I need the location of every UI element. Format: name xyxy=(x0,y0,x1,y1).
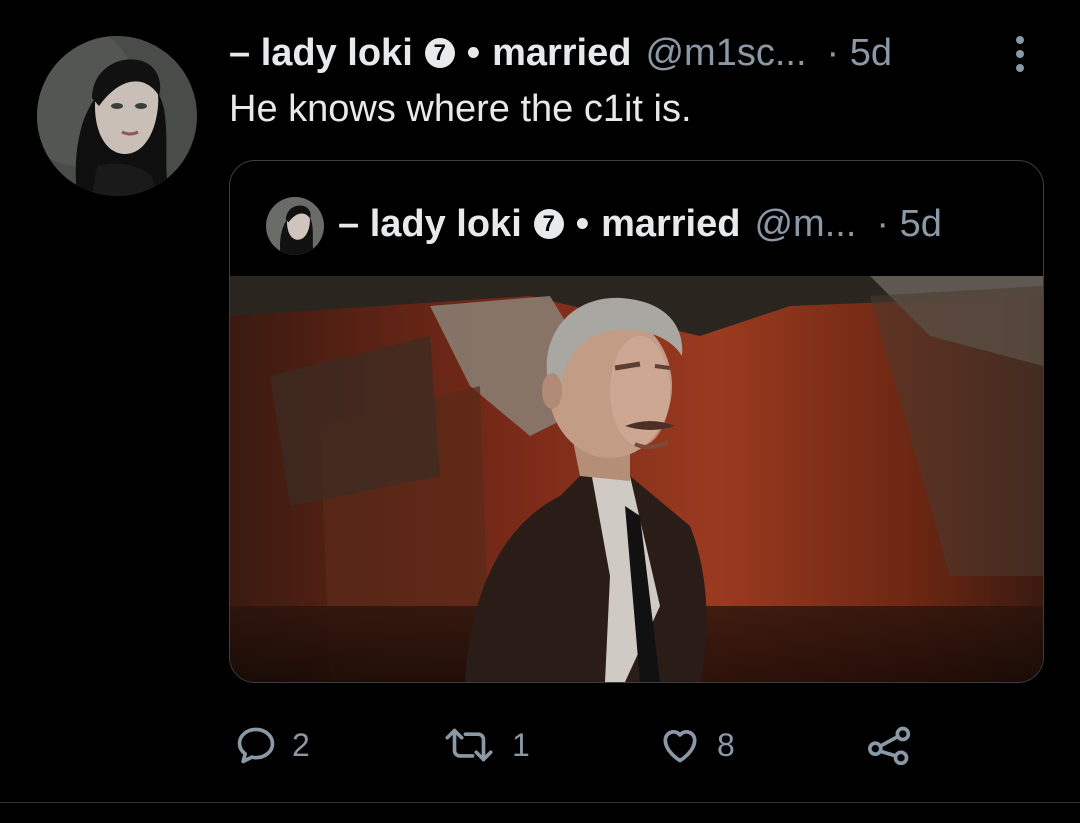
retweet-count: 1 xyxy=(512,726,530,763)
reply-count: 2 xyxy=(292,726,310,763)
name-separator: • xyxy=(466,31,481,74)
reply-button[interactable]: 2 xyxy=(234,723,310,767)
number-badge-icon: 7 xyxy=(533,209,564,239)
tweet-text: He knows where the c1it is. xyxy=(229,88,692,130)
heart-icon xyxy=(657,723,703,767)
bottom-divider xyxy=(0,802,1080,803)
author-handle[interactable]: @m1sc... xyxy=(645,32,806,75)
retweet-icon xyxy=(440,723,498,767)
reply-icon xyxy=(234,723,278,767)
quoted-tweet-header: – lady loki 7 • married @m... · 5d xyxy=(338,199,942,249)
like-count: 8 xyxy=(717,726,735,763)
tweet-header: – lady loki 7 • married @m1sc... · 5d xyxy=(229,28,892,78)
author-avatar[interactable] xyxy=(37,36,197,196)
quoted-author-avatar[interactable] xyxy=(266,197,324,255)
number-badge-icon: 7 xyxy=(424,38,455,68)
tweet[interactable]: – lady loki 7 • married @m1sc... · 5d He… xyxy=(0,0,1080,823)
quoted-author-name-suffix[interactable]: married xyxy=(601,203,740,246)
like-button[interactable]: 8 xyxy=(657,723,735,767)
more-vertical-icon[interactable] xyxy=(1010,34,1030,74)
share-button[interactable] xyxy=(866,723,914,767)
quoted-author-handle[interactable]: @m... xyxy=(754,203,856,246)
author-name-suffix[interactable]: married xyxy=(492,32,631,75)
tweet-timestamp[interactable]: · 5d xyxy=(827,32,892,75)
share-icon xyxy=(866,723,914,767)
quoted-tweet-timestamp[interactable]: · 5d xyxy=(876,203,941,246)
quoted-tweet[interactable]: – lady loki 7 • married @m... · 5d xyxy=(229,160,1044,683)
quoted-author-display-name[interactable]: – lady loki xyxy=(338,203,522,246)
name-separator: • xyxy=(575,202,590,245)
retweet-button[interactable]: 1 xyxy=(440,723,530,767)
author-display-name[interactable]: – lady loki xyxy=(229,32,413,75)
quoted-media-image[interactable] xyxy=(230,276,1043,682)
tweet-action-bar: 2 1 8 xyxy=(0,715,1080,775)
